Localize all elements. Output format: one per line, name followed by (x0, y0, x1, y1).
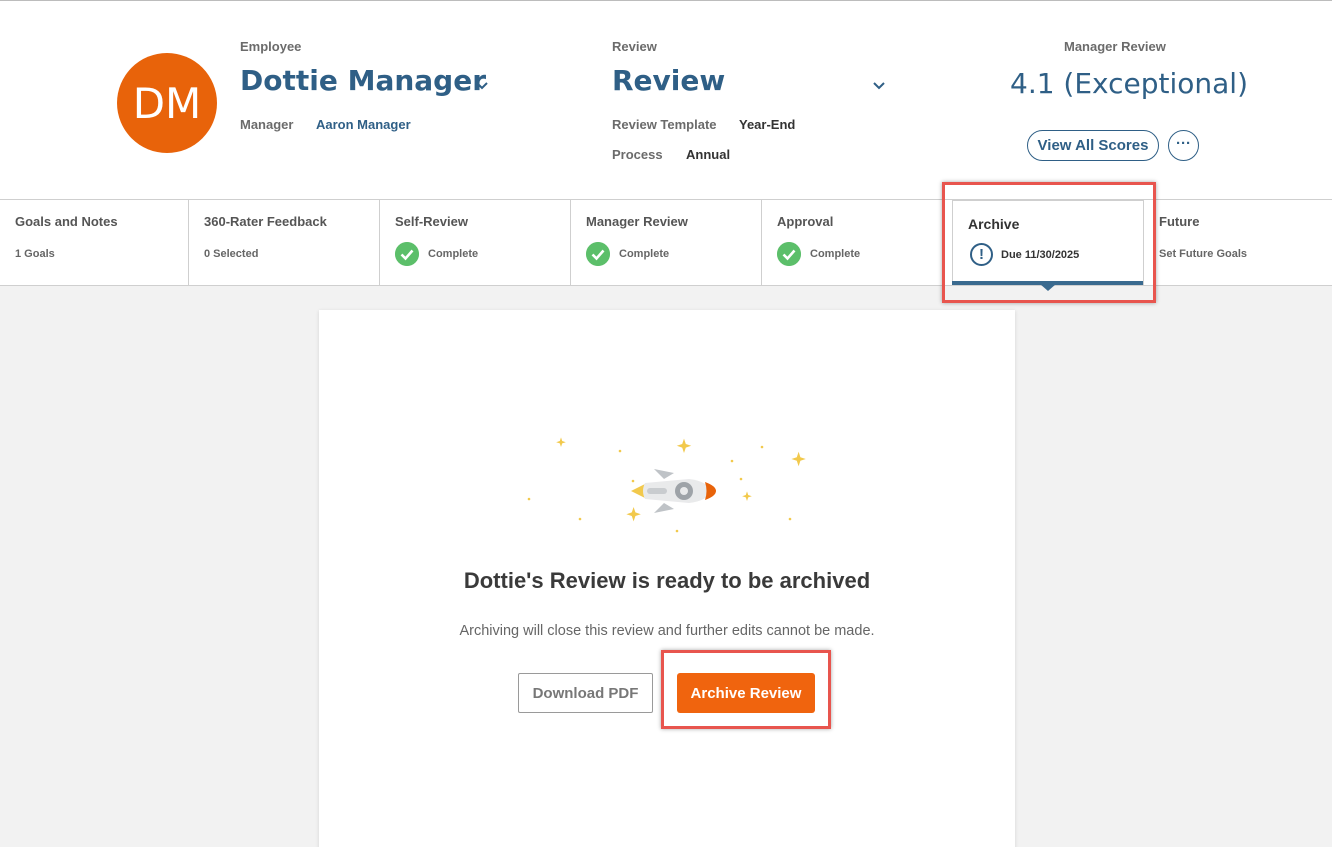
archive-review-button[interactable]: Archive Review (677, 673, 815, 713)
archive-ready-subtitle: Archiving will close this review and fur… (459, 623, 875, 639)
step-self-review[interactable]: Self-Review Complete (380, 200, 571, 285)
step-archive[interactable]: Archive ! Due 11/30/2025 (952, 200, 1144, 285)
step-title: Archive (968, 216, 1020, 232)
step-status: 0 Selected (204, 248, 259, 260)
chevron-down-icon[interactable] (475, 79, 489, 93)
avatar: DM (117, 53, 217, 153)
step-future[interactable]: Future Set Future Goals (1144, 200, 1332, 285)
exclamation-circle-icon: ! (970, 243, 993, 266)
review-steps-bar: Goals and Notes 1 Goals 360-Rater Feedba… (0, 199, 1332, 286)
chevron-down-icon[interactable] (872, 79, 886, 93)
more-options-button[interactable]: ··· (1168, 130, 1199, 161)
review-title[interactable]: Review (612, 64, 725, 97)
process-label: Process (612, 147, 663, 162)
step-goals-and-notes[interactable]: Goals and Notes 1 Goals (0, 200, 189, 285)
step-title: Approval (777, 214, 834, 229)
step-manager-review[interactable]: Manager Review Complete (571, 200, 762, 285)
employee-name[interactable]: Dottie Manager (240, 64, 486, 97)
check-circle-icon (777, 242, 801, 266)
review-template-value: Year-End (739, 117, 796, 132)
step-status: Set Future Goals (1159, 248, 1248, 260)
step-title: Self-Review (395, 214, 468, 229)
review-label: Review (612, 39, 657, 54)
check-circle-icon (586, 242, 610, 266)
review-header: DM Employee Dottie Manager Manager Aaron… (0, 1, 1332, 199)
step-title: 360-Rater Feedback (204, 214, 327, 229)
process-value: Annual (686, 147, 731, 162)
step-status: Due 11/30/2025 (1001, 249, 1080, 261)
archive-panel: Dottie's Review is ready to be archived … (319, 310, 1015, 847)
step-status: Complete (428, 248, 479, 260)
check-circle-icon (395, 242, 419, 266)
view-all-scores-button[interactable]: View All Scores (1027, 130, 1159, 161)
step-360-rater-feedback[interactable]: 360-Rater Feedback 0 Selected (189, 200, 380, 285)
step-status: Complete (810, 248, 861, 260)
review-template-label: Review Template (612, 117, 717, 132)
employee-label: Employee (240, 39, 302, 54)
step-title: Manager Review (586, 214, 688, 229)
rocket-illustration (527, 437, 806, 533)
step-approval[interactable]: Approval Complete (762, 200, 952, 285)
step-title: Future (1159, 214, 1200, 229)
active-step-notch (1040, 284, 1056, 291)
step-status: Complete (619, 248, 670, 260)
archive-ready-title: Dottie's Review is ready to be archived (463, 568, 871, 593)
manager-review-score: 4.1 (Exceptional) (1010, 67, 1249, 100)
step-title: Goals and Notes (15, 214, 118, 229)
manager-value[interactable]: Aaron Manager (316, 117, 411, 132)
step-status: 1 Goals (15, 248, 55, 260)
manager-label: Manager (240, 117, 294, 132)
manager-review-label: Manager Review (1064, 39, 1166, 54)
download-pdf-button[interactable]: Download PDF (518, 673, 653, 713)
